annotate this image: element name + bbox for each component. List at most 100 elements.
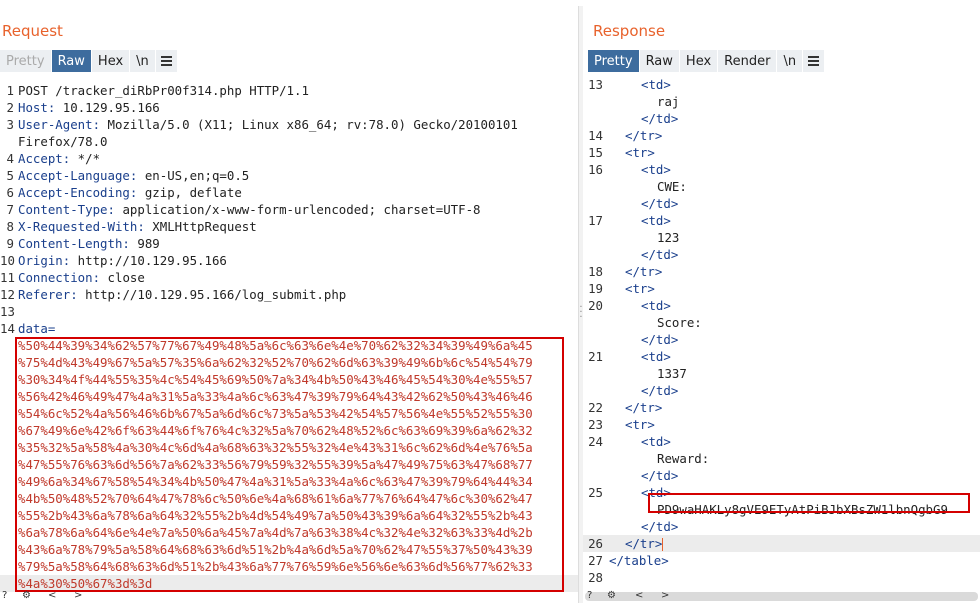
line-number: 13: [588, 77, 603, 92]
tab-hex[interactable]: Hex: [91, 50, 130, 72]
line-content: Accept-Encoding: gzip, deflate: [18, 184, 242, 201]
request-line: 8 X-Requested-With: XMLHttpRequest: [0, 218, 578, 235]
header-value: http://10.129.95.166: [70, 253, 227, 268]
next-match-button[interactable]: >: [74, 590, 82, 601]
line-content: Origin: http://10.129.95.166: [18, 252, 227, 269]
tab-pretty[interactable]: Pretty: [0, 50, 51, 72]
line-number: 16: [588, 162, 603, 177]
response-line: 28: [583, 569, 980, 586]
header-name: Content-Length:: [18, 236, 130, 251]
html-tag: <tr>: [625, 145, 655, 160]
request-line: 13: [0, 303, 578, 320]
line-content: </tr>: [625, 127, 662, 144]
line-content: 123: [657, 229, 679, 246]
line-content: Score:: [657, 314, 702, 331]
line-content: </td>: [641, 110, 678, 127]
line-content: Accept: */*: [18, 150, 100, 167]
response-line: 21 <td>: [583, 348, 980, 365]
line-content: </td>: [641, 518, 678, 535]
help-icon[interactable]: ?: [2, 590, 7, 601]
request-line: 7 Content-Type: application/x-www-form-ur…: [0, 201, 578, 218]
html-tag: </td>: [641, 383, 679, 398]
html-tag: </td>: [641, 332, 679, 347]
line-content: POST /tracker_diRbPr00f314.php HTTP/1.1: [18, 82, 309, 99]
request-line: 9 Content-Length: 989: [0, 235, 578, 252]
html-tag: <tr>: [625, 281, 655, 296]
line-content: Reward:: [657, 450, 709, 467]
response-line: raj: [583, 93, 980, 110]
line-number: 10: [0, 253, 15, 268]
response-line: 123: [583, 229, 980, 246]
line-number: 6: [6, 185, 14, 200]
header-name: Referer:: [18, 287, 78, 302]
line-content: </td>: [641, 382, 678, 399]
header-value: en-US,en;q=0.5: [137, 168, 250, 183]
request-line: 12 Referer: http://10.129.95.166/log_subm…: [0, 286, 578, 303]
line-content: User-Agent: Mozilla/5.0 (X11; Linux x86_…: [18, 116, 518, 133]
help-icon[interactable]: ?: [587, 590, 592, 601]
line-number: 17: [588, 213, 603, 228]
html-tag: <td>: [641, 162, 671, 177]
html-tag: </td>: [641, 247, 679, 262]
line-number: 4: [6, 151, 14, 166]
html-tag: <td>: [641, 349, 671, 364]
previous-match-button[interactable]: <: [635, 590, 643, 601]
line-content: <td>: [641, 161, 671, 178]
response-line: 14 </tr>: [583, 127, 980, 144]
request-title: Request: [2, 22, 63, 40]
header-value: 989: [129, 236, 160, 251]
line-content: <td>: [641, 76, 671, 93]
response-line: </td>: [583, 467, 980, 484]
response-line: CWE:: [583, 178, 980, 195]
line-number: 2: [6, 100, 14, 115]
html-tag: </table>: [609, 553, 669, 568]
response-line: </td>: [583, 331, 980, 348]
response-line: </td>: [583, 518, 980, 535]
html-tag: <td>: [641, 298, 671, 313]
html-tag: </td>: [641, 196, 679, 211]
request-search-bar: ? ⚙ < >: [0, 590, 578, 603]
previous-match-button[interactable]: <: [48, 590, 56, 601]
html-tag: <tr>: [625, 417, 655, 432]
tab-raw[interactable]: Raw: [639, 50, 679, 72]
tab-render[interactable]: Render: [718, 50, 777, 72]
header-name: Connection:: [18, 270, 101, 285]
request-line: 5 Accept-Language: en-US,en;q=0.5: [0, 167, 578, 184]
header-name: User-Agent:: [18, 117, 101, 132]
line-content: CWE:: [657, 178, 687, 195]
tab-raw[interactable]: Raw: [51, 50, 91, 72]
request-menu-button[interactable]: [155, 50, 177, 72]
html-tag: </tr>: [625, 536, 663, 551]
request-line: 11 Connection: close: [0, 269, 578, 286]
line-number: 13: [0, 304, 15, 319]
settings-icon[interactable]: ⚙: [22, 590, 31, 601]
cell-text: 123: [657, 230, 680, 245]
response-view-tabs: Pretty Raw Hex Render \n: [588, 50, 825, 72]
settings-icon[interactable]: ⚙: [607, 590, 616, 601]
line-number: 19: [588, 281, 603, 296]
line-content: <tr>: [625, 416, 655, 433]
line-content: <td>: [641, 212, 671, 229]
tab-pretty[interactable]: Pretty: [588, 50, 639, 72]
tab-newline-toggle[interactable]: \n: [777, 50, 803, 72]
response-line: 1337: [583, 365, 980, 382]
menu-icon: [808, 54, 820, 68]
line-content: </table>: [609, 552, 669, 569]
html-tag: </td>: [641, 519, 679, 534]
header-name: Content-Type:: [18, 202, 115, 217]
tab-newline-toggle[interactable]: \n: [130, 50, 155, 72]
header-value: http://10.129.95.166/log_submit.php: [77, 287, 347, 302]
request-line: 1 POST /tracker_diRbPr00f314.php HTTP/1.1: [0, 82, 578, 99]
line-number: 21: [588, 349, 603, 364]
response-menu-button[interactable]: [803, 50, 825, 72]
tab-hex[interactable]: Hex: [679, 50, 718, 72]
line-content: X-Requested-With: XMLHttpRequest: [18, 218, 257, 235]
line-content: </td>: [641, 467, 678, 484]
response-line: 19 <tr>: [583, 280, 980, 297]
line-number: 12: [0, 287, 15, 302]
response-line: 18 </tr>: [583, 263, 980, 280]
next-match-button[interactable]: >: [661, 590, 669, 601]
line-number: 22: [588, 400, 603, 415]
line-content: 1337: [657, 365, 687, 382]
header-name: Accept-Language:: [18, 168, 138, 183]
